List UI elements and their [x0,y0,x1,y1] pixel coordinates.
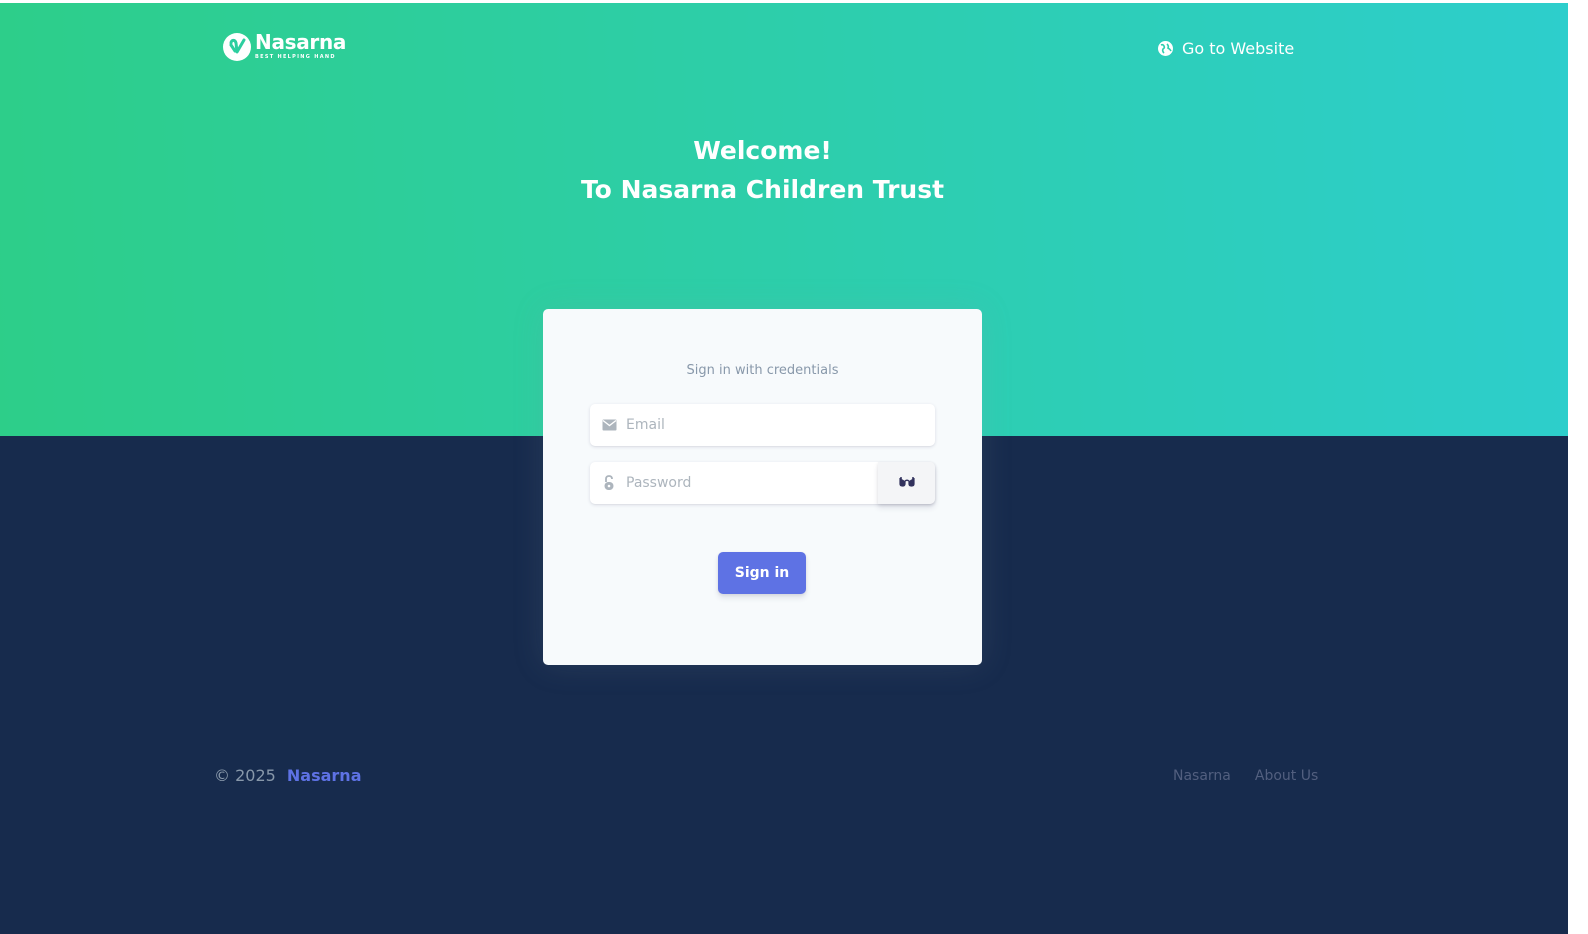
globe-icon [1157,40,1174,57]
password-field[interactable] [626,462,878,504]
footer-brand-link[interactable]: Nasarna [287,766,362,785]
heart-check-icon [223,33,251,61]
footer-link-about-us[interactable]: About Us [1255,768,1318,784]
footer-copyright: © 2025 Nasarna [214,766,362,785]
navbar: Nasarna BEST HELPING HAND Go to Website [0,3,1568,93]
footer-links: Nasarna About Us [1173,768,1318,784]
password-input-group [590,462,935,504]
brand-logo[interactable]: Nasarna BEST HELPING HAND [223,32,346,61]
footer-link-nasarna[interactable]: Nasarna [1173,768,1231,784]
sign-in-button[interactable]: Sign in [718,552,806,594]
email-input-group [590,404,935,446]
show-password-button[interactable] [878,462,935,504]
login-caption: Sign in with credentials [686,363,839,378]
page: Nasarna BEST HELPING HAND Go to Website … [0,3,1568,934]
welcome-line-1: Welcome! [693,136,832,165]
login-card: Sign in with credentials Email Sign in [543,309,982,665]
email-field[interactable] [626,404,935,446]
welcome-line-2: To Nasarna Children Trust [580,175,945,204]
copyright-text: © 2025 [214,766,276,785]
welcome-heading: Welcome! To Nasarna Children Trust [0,131,1525,209]
brand-tagline: BEST HELPING HAND [255,54,336,60]
glasses-icon [898,476,915,491]
go-to-website-link[interactable]: Go to Website [1157,39,1294,58]
brand-text: Nasarna BEST HELPING HAND [255,32,346,60]
brand-name: Nasarna [255,30,347,54]
go-to-website-label: Go to Website [1182,39,1295,58]
lock-open-icon [590,475,626,491]
envelope-icon [590,419,626,431]
